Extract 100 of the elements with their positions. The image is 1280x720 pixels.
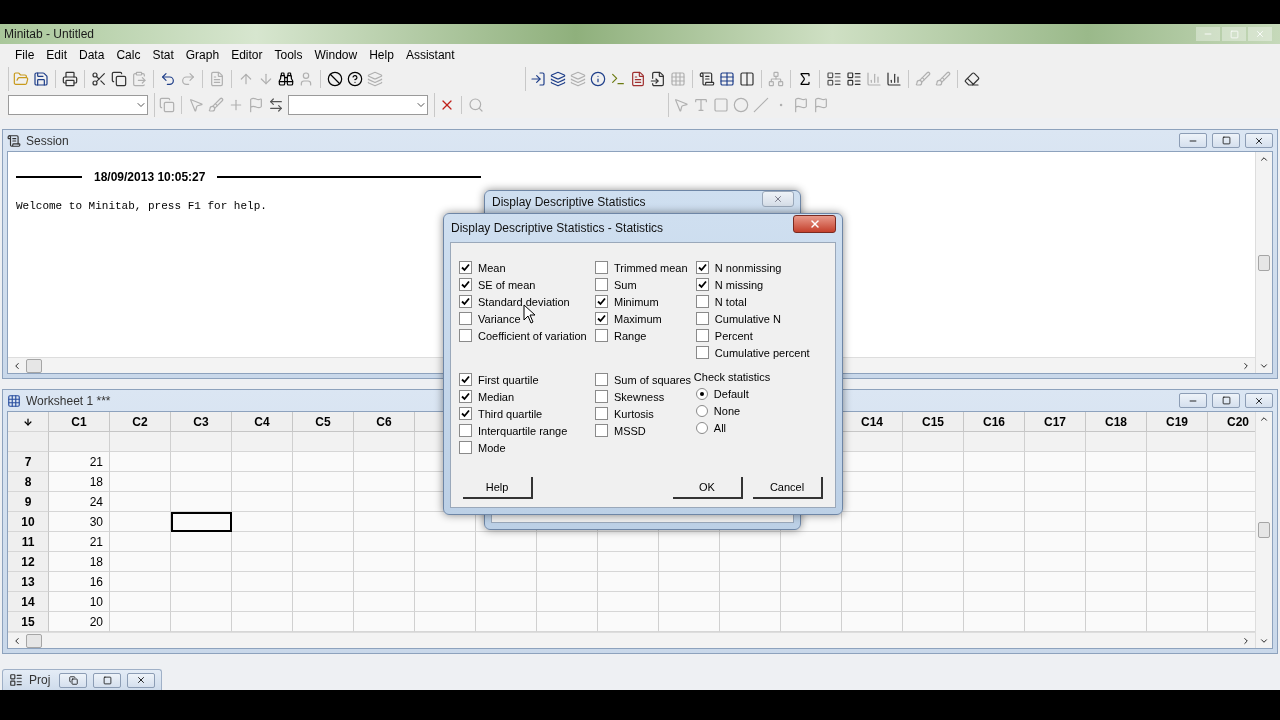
maximize-button[interactable]: [93, 672, 121, 688]
close-button[interactable]: [1245, 393, 1273, 408]
table-cell[interactable]: [842, 592, 903, 612]
search-icon[interactable]: [468, 97, 484, 113]
table-cell[interactable]: [598, 592, 659, 612]
table-cell[interactable]: [781, 612, 842, 632]
row-header[interactable]: 11: [8, 532, 49, 552]
help-icon[interactable]: [347, 71, 363, 87]
checkbox-box[interactable]: [595, 390, 608, 403]
checkbox-box[interactable]: [459, 329, 472, 342]
table-cell[interactable]: [537, 552, 598, 572]
table-cell[interactable]: [842, 572, 903, 592]
vertical-scrollbar[interactable]: [1255, 412, 1272, 648]
menu-item[interactable]: Editor: [226, 46, 268, 64]
table-cell[interactable]: [232, 592, 293, 612]
table-cell[interactable]: 24: [49, 492, 110, 512]
table-cell[interactable]: [903, 492, 964, 512]
checkbox-box[interactable]: [595, 278, 608, 291]
table-cell[interactable]: [293, 492, 354, 512]
table-cell[interactable]: [964, 532, 1025, 552]
swap-icon[interactable]: [268, 97, 284, 113]
column-header[interactable]: C14: [842, 412, 903, 432]
menu-item[interactable]: Tools: [269, 46, 308, 64]
table-cell[interactable]: [1208, 532, 1255, 552]
table-cell[interactable]: [964, 592, 1025, 612]
column-name-cell[interactable]: [110, 432, 171, 452]
table-cell[interactable]: [110, 452, 171, 472]
minimize-button[interactable]: [1179, 133, 1207, 148]
table-cell[interactable]: [720, 612, 781, 632]
table-cell[interactable]: [354, 552, 415, 572]
table-cell[interactable]: [1086, 592, 1147, 612]
polygon-icon[interactable]: [793, 97, 809, 113]
column-name-cell[interactable]: [293, 432, 354, 452]
horizontal-scrollbar[interactable]: [8, 632, 1255, 648]
vertical-scrollbar[interactable]: [1255, 152, 1272, 373]
column-header[interactable]: C20: [1208, 412, 1255, 432]
table-cell[interactable]: [964, 472, 1025, 492]
file-input-icon[interactable]: [650, 71, 666, 87]
combo-box[interactable]: [8, 95, 148, 115]
menu-item[interactable]: Graph: [180, 46, 225, 64]
eraser-icon[interactable]: [964, 71, 980, 87]
table-cell[interactable]: [171, 512, 232, 532]
table-cell[interactable]: [354, 472, 415, 492]
column-name-cell[interactable]: [903, 432, 964, 452]
list-icon[interactable]: [826, 71, 842, 87]
table-cell[interactable]: [1147, 572, 1208, 592]
table-cell[interactable]: [1086, 532, 1147, 552]
table-cell[interactable]: [720, 532, 781, 552]
table-cell[interactable]: [232, 472, 293, 492]
row-header[interactable]: 9: [8, 492, 49, 512]
checkbox-box[interactable]: [459, 407, 472, 420]
checkbox[interactable]: Mean: [459, 259, 595, 276]
checkbox-box[interactable]: [695, 295, 709, 308]
table-cell[interactable]: [476, 572, 537, 592]
checkbox-box[interactable]: [595, 424, 608, 437]
plus-icon[interactable]: [228, 97, 244, 113]
dialog-button[interactable]: Help: [463, 477, 533, 499]
table-cell[interactable]: [232, 612, 293, 632]
column-name-cell[interactable]: [1208, 432, 1255, 452]
table-cell[interactable]: [842, 472, 903, 492]
checkbox[interactable]: Third quartile: [459, 405, 595, 422]
menu-item[interactable]: Data: [74, 46, 110, 64]
arrow-down-icon[interactable]: [23, 416, 33, 427]
table-cell[interactable]: [232, 452, 293, 472]
checkbox[interactable]: Mode: [459, 439, 595, 456]
radio-option[interactable]: All: [695, 419, 829, 436]
column-name-cell[interactable]: [1086, 432, 1147, 452]
table-cell[interactable]: [171, 592, 232, 612]
printer-icon[interactable]: [62, 71, 78, 87]
checkbox[interactable]: N total: [695, 293, 829, 310]
checkbox-box[interactable]: [695, 261, 709, 274]
checkbox[interactable]: Median: [459, 388, 595, 405]
brush-icon[interactable]: [935, 71, 951, 87]
table-cell[interactable]: [293, 612, 354, 632]
checkbox-box[interactable]: [695, 312, 709, 325]
columns-icon[interactable]: [739, 71, 755, 87]
table-cell[interactable]: [1025, 452, 1086, 472]
table-cell[interactable]: [1147, 472, 1208, 492]
table-cell[interactable]: [903, 532, 964, 552]
table-cell[interactable]: [110, 512, 171, 532]
table-cell[interactable]: [1086, 552, 1147, 572]
network-icon[interactable]: [768, 71, 784, 87]
table-cell[interactable]: [293, 452, 354, 472]
row-header[interactable]: 7: [8, 452, 49, 472]
table-cell[interactable]: [537, 532, 598, 552]
checkbox[interactable]: Cumulative N: [695, 310, 829, 327]
dialog-button[interactable]: OK: [673, 477, 743, 499]
list-icon[interactable]: [846, 71, 862, 87]
scroll-thumb[interactable]: [1258, 522, 1270, 538]
table-cell[interactable]: [1025, 532, 1086, 552]
table-cell[interactable]: [781, 532, 842, 552]
table-cell[interactable]: [415, 572, 476, 592]
table-cell[interactable]: [964, 512, 1025, 532]
radio-button[interactable]: [695, 421, 708, 434]
table-cell[interactable]: [842, 532, 903, 552]
sigma-icon[interactable]: [797, 71, 813, 87]
table-cell[interactable]: [1025, 552, 1086, 572]
radio-button[interactable]: [695, 387, 708, 400]
table-cell[interactable]: [293, 532, 354, 552]
table-cell[interactable]: [659, 612, 720, 632]
